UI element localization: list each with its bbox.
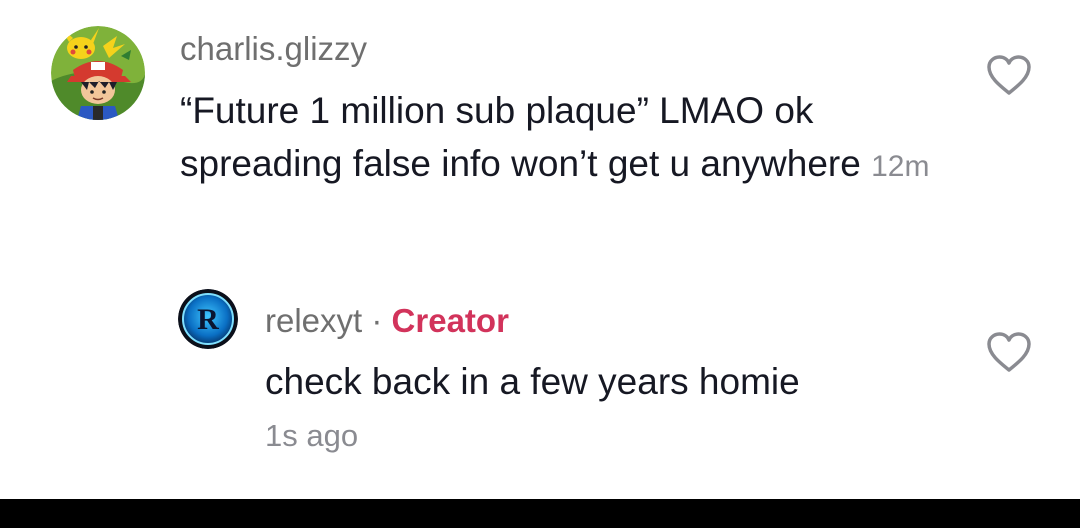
reply-timestamp: 1s ago [265,418,359,453]
comment-item: charlis.glizzy “Future 1 million sub pla… [0,0,1080,270]
pikachu-ash-avatar-icon[interactable] [51,26,145,120]
comment-body: “Future 1 million sub plaque” LMAO ok sp… [180,90,861,184]
bottom-bar [0,499,1080,528]
heart-outline-icon[interactable] [985,330,1033,374]
separator-dot: · [371,302,383,339]
comment-timestamp: 12m [871,150,930,183]
letter-r-avatar-icon[interactable]: R [178,289,238,349]
svg-text:R: R [197,303,219,336]
reply-item: R relexyt · Creator check back in a few … [0,270,1080,499]
comment-username[interactable]: charlis.glizzy [180,30,367,68]
comment-thread: charlis.glizzy “Future 1 million sub pla… [0,0,1080,528]
reply-text: check back in a few years homie [265,361,800,402]
heart-outline-icon[interactable] [985,53,1033,97]
creator-badge: Creator [391,302,509,339]
reply-username[interactable]: relexyt [265,302,362,339]
comment-text: “Future 1 million sub plaque” LMAO ok sp… [180,84,970,193]
reply-header: relexyt · Creator [265,302,509,340]
